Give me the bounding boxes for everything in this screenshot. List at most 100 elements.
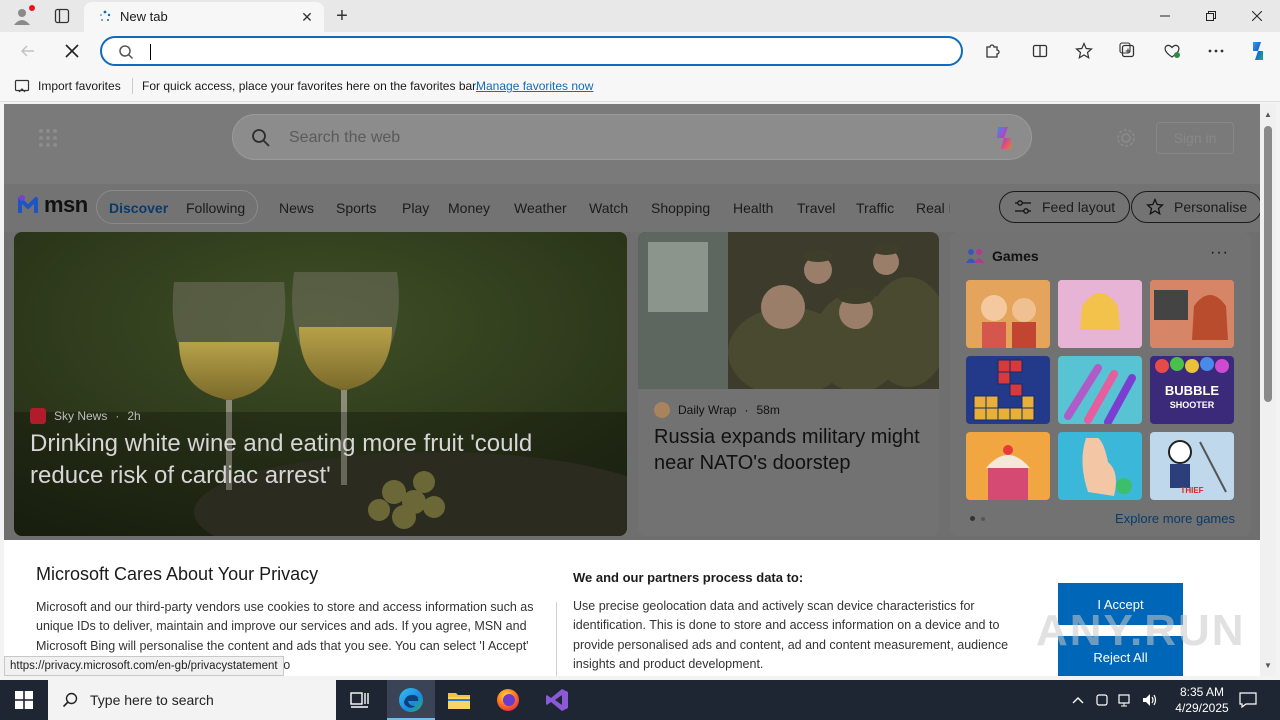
explore-more-games-link[interactable]: Explore more games [1115,511,1235,526]
nav-watch[interactable]: Watch [589,200,628,216]
scroll-thumb[interactable] [1264,126,1272,402]
import-favorites-label: Import favorites [38,79,121,93]
stop-icon [65,44,79,58]
task-view-button[interactable] [336,680,384,720]
personalise-button[interactable]: Personalise [1131,191,1260,223]
sign-in-button[interactable]: Sign in [1156,122,1234,154]
notifications-button[interactable] [1238,690,1258,710]
game-tile-4[interactable] [966,356,1050,424]
close-window-button[interactable] [1234,0,1280,32]
second-story-headline[interactable]: Russia expands military might near NATO'… [654,424,926,476]
split-screen-button[interactable] [1026,37,1054,65]
tab-close-icon[interactable]: ✕ [298,8,316,26]
network-button[interactable] [1116,690,1136,710]
feed-layout-button[interactable]: Feed layout [999,191,1131,223]
task-view-icon [350,692,369,708]
main-story-headline[interactable]: Drinking white wine and eating more frui… [30,428,590,492]
carousel-dot[interactable] [981,517,985,521]
taskbar-search-placeholder: Type here to search [90,692,214,708]
gear-icon[interactable] [1116,128,1136,148]
taskbar-edge[interactable] [387,680,435,720]
settings-more-button[interactable] [1202,37,1230,65]
feed-layout-label: Feed layout [1042,199,1116,215]
game-tile-6[interactable]: BUBBLE SHOOTER [1150,356,1234,424]
games-title: Games [992,248,1039,264]
msn-logo-text: msn [44,192,88,217]
main-story-card[interactable]: Sky News · 2h Drinking white wine and ea… [14,232,627,536]
address-bar[interactable] [100,36,963,66]
second-story-card[interactable]: Daily Wrap · 58m Russia expands military… [638,232,939,536]
game-tile-3[interactable] [1150,280,1234,348]
notification-icon [1239,692,1257,708]
sliders-icon [1015,200,1031,214]
dress-up-thumbnail [1058,280,1142,348]
stop-loading-button[interactable] [58,37,86,65]
scroll-up-icon[interactable]: ▲ [1264,110,1272,119]
page-scrollbar[interactable]: ▲ ▼ [1260,104,1276,676]
taskbar-search-box[interactable]: Type here to search [48,680,336,720]
games-more-options-icon[interactable]: ··· [1210,244,1229,262]
carousel-dot-active[interactable] [970,516,975,521]
new-tab-button[interactable]: + [330,4,354,28]
nav-news[interactable]: News [279,200,314,216]
nav-shopping[interactable]: Shopping [651,200,710,216]
taskbar-visual-studio[interactable] [533,680,581,720]
heart-pulse-icon [1164,44,1180,58]
minimize-button[interactable] [1142,0,1188,32]
nav-real-estate[interactable]: Real Estate [916,200,950,216]
carousel-dots[interactable] [970,516,985,521]
nav-health[interactable]: Health [733,200,773,216]
search-icon [252,129,270,147]
tab-following[interactable]: Following [186,200,245,216]
foot-doctor-thumbnail [1058,432,1142,500]
start-button[interactable] [0,680,48,720]
copilot-icon[interactable] [989,123,1019,153]
tab-discover[interactable]: Discover [109,200,168,216]
more-dots-icon [1208,49,1224,53]
collections-button[interactable] [1114,37,1142,65]
game-tile-1[interactable] [966,280,1050,348]
story-age: 2h [127,409,141,423]
browser-essentials-button[interactable] [1158,37,1186,65]
nav-money[interactable]: Money [448,200,490,216]
nav-play[interactable]: Play [402,200,429,216]
story-game-thumbnail [1150,280,1234,348]
game-tile-8[interactable] [1058,432,1142,500]
network-icon [1118,694,1130,707]
msn-logo[interactable]: msn [16,192,88,218]
game-tile-5[interactable] [1058,356,1142,424]
nav-travel[interactable]: Travel [797,200,835,216]
title-bar: New tab ✕ + [0,0,1280,32]
taskbar-file-explorer[interactable] [435,680,483,720]
taskbar-firefox[interactable] [484,680,532,720]
nav-weather[interactable]: Weather [514,200,567,216]
tab-new-tab[interactable]: New tab ✕ [84,2,324,32]
personalise-label: Personalise [1174,199,1248,215]
game-tile-7[interactable] [966,432,1050,500]
story-age: 58m [756,403,780,417]
taskbar-clock[interactable]: 8:35 AM 4/29/2025 [1166,684,1238,716]
nav-sports[interactable]: Sports [336,200,376,216]
volume-icon [1143,694,1157,706]
scroll-down-icon[interactable]: ▼ [1264,661,1272,670]
copilot-button[interactable] [1244,37,1272,65]
game-tile-9[interactable]: THIEF [1150,432,1234,500]
favorites-button[interactable] [1070,37,1098,65]
show-hidden-icons-button[interactable] [1068,690,1088,710]
second-story-source: Daily Wrap · 58m [654,402,780,418]
back-button[interactable] [14,37,42,65]
web-search-box[interactable]: Search the web [232,114,1032,160]
loading-icon [100,10,111,21]
tab-actions-button[interactable] [48,4,76,28]
nav-traffic[interactable]: Traffic [856,200,894,216]
folder-icon [448,693,470,709]
app-launcher-icon[interactable] [38,128,58,148]
page-content: Search the web Sign in msn Discover Foll… [4,104,1260,676]
import-favorites-button[interactable]: Import favorites [14,78,121,94]
manage-favorites-link[interactable]: Manage favorites now [476,79,593,93]
tray-meet-icon[interactable] [1092,690,1112,710]
restore-button[interactable] [1188,0,1234,32]
extensions-button[interactable] [978,37,1006,65]
volume-button[interactable] [1140,690,1160,710]
game-tile-2[interactable] [1058,280,1142,348]
